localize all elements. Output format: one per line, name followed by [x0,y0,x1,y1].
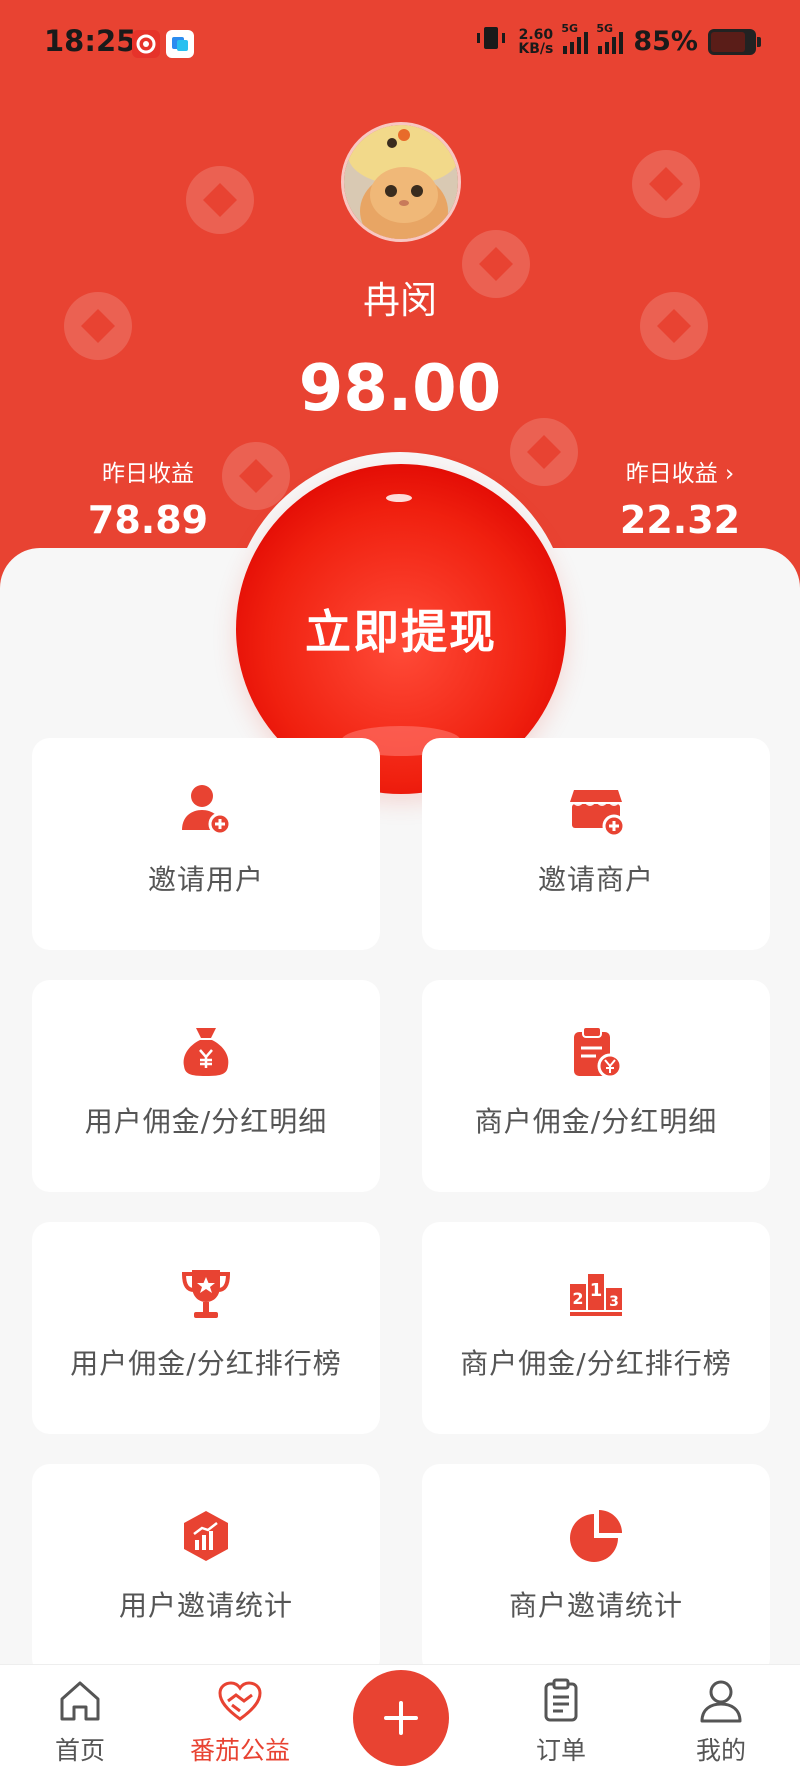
signal-icon: 5G [561,22,589,54]
card-label: 邀请商户 [537,863,654,896]
tab-orders[interactable]: 订单 [506,1677,616,1767]
plus-icon [384,1701,418,1735]
music-app-icon [132,30,160,58]
coin-decoration [186,166,254,234]
avatar[interactable] [341,122,461,242]
stat-right-label-text: 昨日收益 [625,461,718,487]
tab-home[interactable]: 首页 [25,1677,135,1767]
user-commission-detail-card[interactable]: 用户佣金/分红明细 [32,980,380,1192]
chat-app-icon [166,30,194,58]
invite-merchant-card[interactable]: 邀请商户 [422,738,770,950]
clipboard-icon [544,1678,578,1722]
store-add-icon [570,790,624,838]
chevron-right-icon: › [725,461,735,487]
card-label: 用户邀请统计 [118,1589,293,1622]
svg-text:1: 1 [590,1280,603,1301]
network-type: 5G [596,21,614,35]
trophy-icon [181,1270,231,1318]
card-label: 用户佣金/分红明细 [84,1105,328,1138]
network-type: 5G [561,21,579,35]
heart-handshake-icon [218,1681,262,1721]
user-add-icon [182,785,232,836]
user-commission-ranking-card[interactable]: 用户佣金/分红排行榜 [32,1222,380,1434]
merchant-commission-detail-card[interactable]: 商户佣金/分红明细 [422,980,770,1192]
svg-text:3: 3 [609,1294,619,1310]
user-icon [700,1680,742,1723]
card-label: 用户佣金/分红排行榜 [70,1347,342,1380]
card-label: 商户佣金/分红排行榜 [460,1347,732,1380]
chart-hexagon-icon [184,1511,228,1561]
stat-left-label: 昨日收益 [102,461,194,487]
stat-right[interactable]: 昨日收益 › 22.32 [600,454,760,542]
tab-charity[interactable]: 番茄公益 [185,1677,295,1767]
user-invite-stats-card[interactable]: 用户邀请统计 [32,1464,380,1676]
button-glint [386,494,412,502]
status-time: 18:25 [44,24,137,58]
clipboard-yen-icon [574,1026,623,1079]
tab-home-label: 首页 [54,1736,105,1765]
withdraw-button-label: 立即提现 [305,605,497,659]
tab-mine[interactable]: 我的 [666,1677,776,1767]
vibrate-icon [474,24,508,59]
battery-icon [708,28,761,55]
card-label: 邀请用户 [147,863,264,896]
home-icon [60,1681,100,1721]
coin-decoration [632,150,700,218]
tab-charity-label: 番茄公益 [189,1736,290,1765]
add-button[interactable] [353,1670,449,1766]
card-label: 商户佣金/分红明细 [474,1105,718,1138]
stat-left: 昨日收益 78.89 [78,454,218,542]
pie-chart-icon [570,1510,622,1562]
stat-left-value: 78.89 [87,498,209,542]
stat-right-value: 22.32 [619,498,741,542]
signal-icon: 5G [596,22,624,54]
tab-mine-label: 我的 [695,1736,746,1765]
balance-amount: 98.00 [298,352,502,426]
card-label: 商户邀请统计 [508,1589,683,1622]
stat-right-label: 昨日收益 › [600,454,760,488]
merchant-commission-ranking-card[interactable]: 2 1 3 商户佣金/分红排行榜 [422,1222,770,1434]
invite-user-card[interactable]: 邀请用户 [32,738,380,950]
cat-avatar-icon [344,125,458,239]
net-speed-value: 2.60 [518,26,554,43]
tab-orders-label: 订单 [535,1736,586,1765]
coin-decoration [510,418,578,486]
user-name: 冉闵 [363,279,437,322]
net-speed-unit: KB/s [518,40,554,57]
money-bag-icon [183,1028,229,1076]
battery-percent: 85% [633,26,698,57]
status-bar: 18:25 2.60 KB/s 5G 5G 85% [0,0,800,86]
network-speed: 2.60 KB/s [518,28,553,56]
svg-text:2: 2 [572,1289,583,1308]
podium-icon: 2 1 3 [570,1274,622,1316]
merchant-invite-stats-card[interactable]: 商户邀请统计 [422,1464,770,1676]
